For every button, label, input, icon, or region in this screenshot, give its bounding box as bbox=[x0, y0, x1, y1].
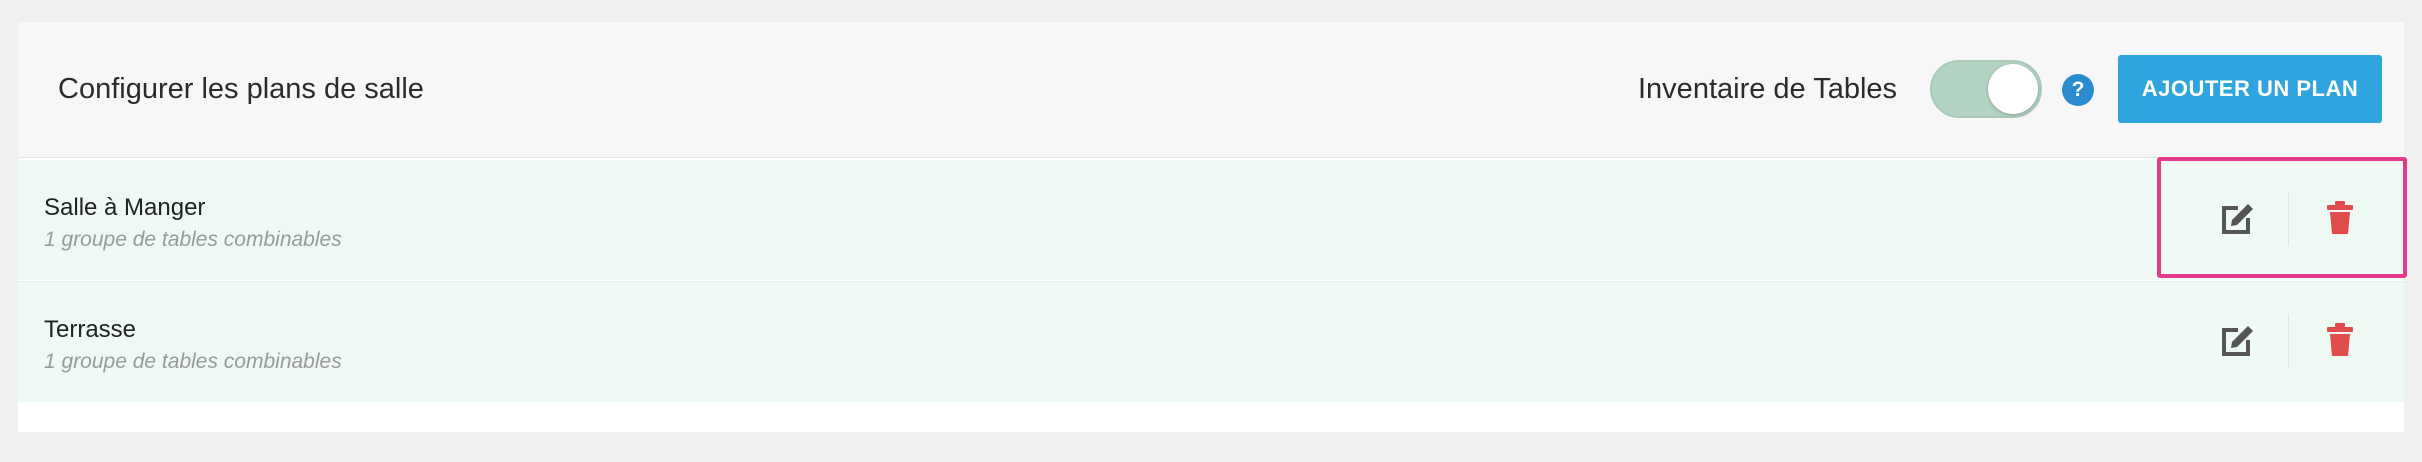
page-title: Configurer les plans de salle bbox=[58, 73, 424, 105]
help-icon[interactable]: ? bbox=[2062, 74, 2094, 106]
plan-row: Terrasse 1 groupe de tables combinables bbox=[18, 281, 2404, 402]
edit-icon[interactable] bbox=[2218, 320, 2258, 360]
edit-icon[interactable] bbox=[2218, 198, 2258, 238]
plan-name: Terrasse bbox=[44, 316, 137, 343]
inventory-toggle-label: Inventaire de Tables bbox=[1638, 73, 1898, 105]
panel-header: Configurer les plans de salle Inventaire… bbox=[18, 22, 2404, 158]
toggle-knob bbox=[1988, 64, 2038, 114]
action-divider bbox=[2288, 314, 2289, 368]
trash-icon[interactable] bbox=[2320, 198, 2360, 238]
trash-icon[interactable] bbox=[2320, 320, 2360, 360]
floor-plans-panel: Configurer les plans de salle Inventaire… bbox=[18, 22, 2404, 432]
add-plan-button[interactable]: AJOUTER UN PLAN bbox=[2118, 55, 2382, 123]
plan-subtitle: 1 groupe de tables combinables bbox=[44, 350, 342, 373]
inventory-toggle[interactable] bbox=[1930, 60, 2042, 118]
plan-subtitle: 1 groupe de tables combinables bbox=[44, 228, 342, 251]
plan-row: Salle à Manger 1 groupe de tables combin… bbox=[18, 160, 2404, 280]
action-divider bbox=[2288, 192, 2289, 246]
plan-name: Salle à Manger bbox=[44, 194, 206, 221]
